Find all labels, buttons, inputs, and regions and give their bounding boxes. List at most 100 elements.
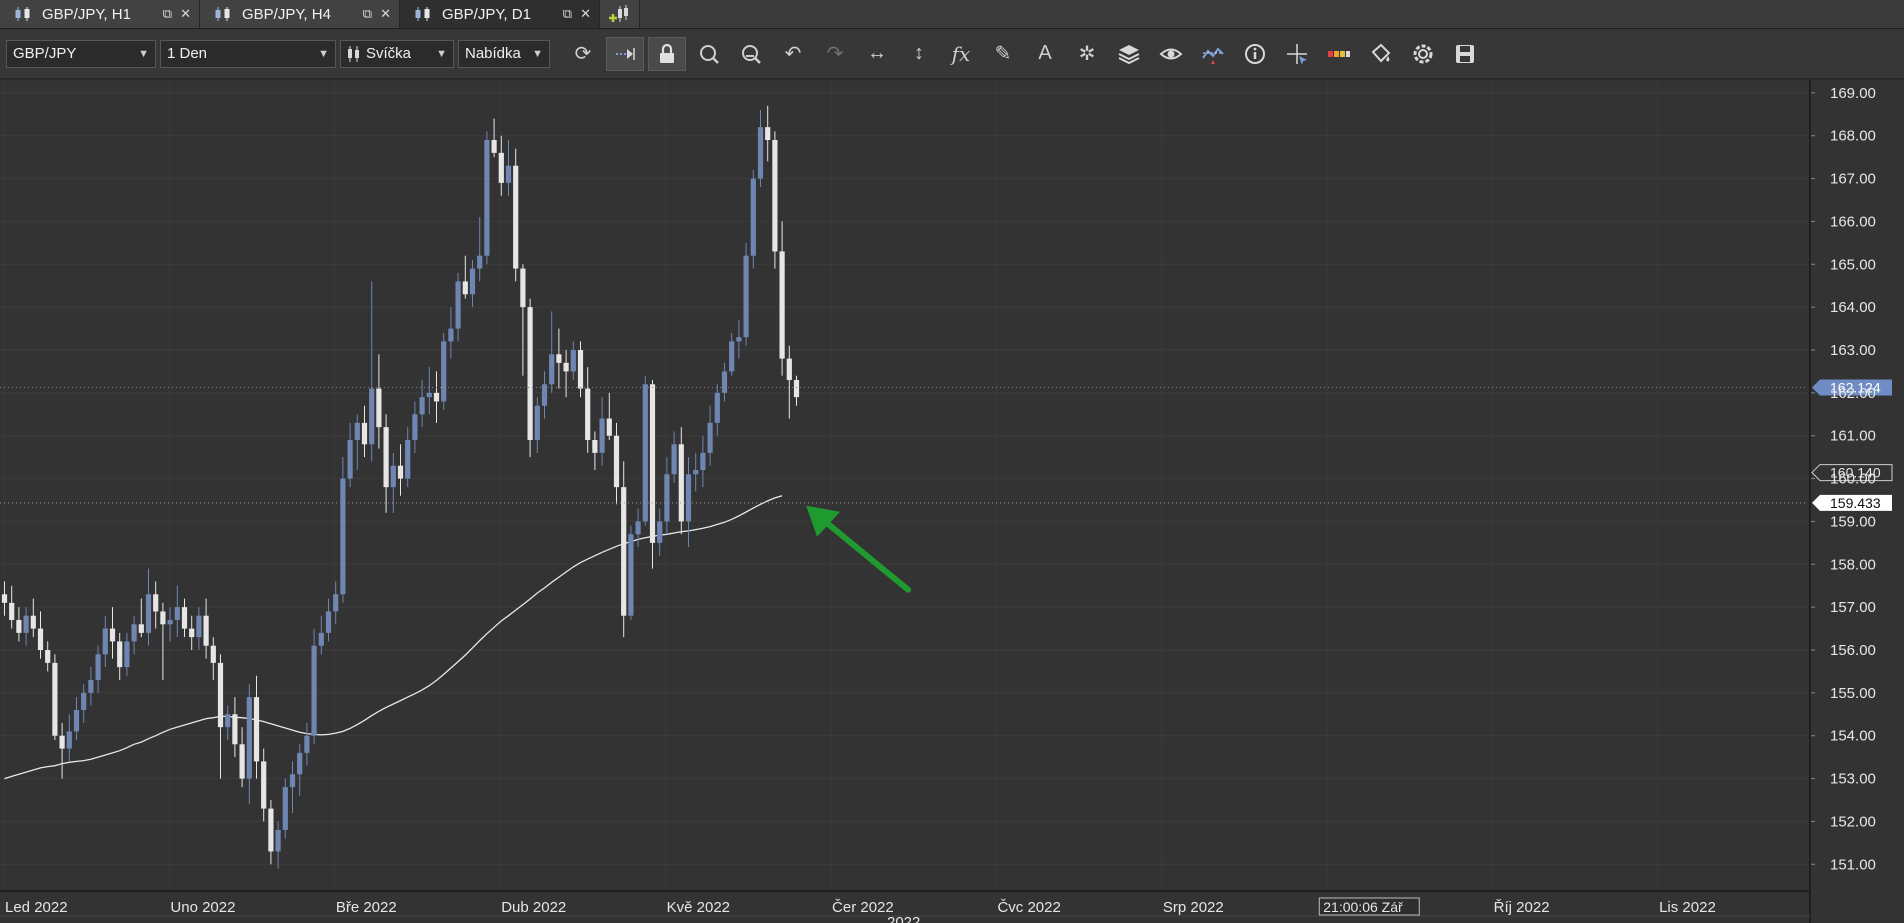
candle-body [736,337,742,342]
candle-body [325,611,332,633]
add-chart-button[interactable] [600,0,640,28]
candle-body [621,487,627,616]
y-tick-label: 164.00 [1830,299,1876,316]
refresh-icon[interactable]: ⟳ [564,37,602,71]
candlestick-icon [215,7,230,21]
candle-body [397,465,404,479]
y-tick-label: 158.00 [1830,556,1876,573]
candle-body [477,255,483,269]
paint-icon[interactable] [1362,37,1400,71]
candle-body [527,307,533,440]
undock-icon[interactable]: ⧉ [563,6,572,22]
candles-layer [1,105,800,869]
close-icon[interactable]: ✕ [580,6,591,22]
y-tick-label: 153.00 [1830,771,1876,788]
tab-gbpjpy-h4[interactable]: GBP/JPY, H4 ⧉ ✕ [200,0,400,28]
eye-icon[interactable] [1152,37,1190,71]
candle-body [657,521,663,543]
y-tick-label: 163.00 [1830,342,1876,359]
settings-icon[interactable] [1404,37,1442,71]
candle-body [109,628,116,642]
x-tick-label: Kvě 2022 [667,899,730,916]
text-icon[interactable]: A [1026,37,1064,71]
candle-body [102,628,108,655]
chart-type-value: Svíčka [347,45,411,63]
color-scale-icon[interactable] [1320,37,1358,71]
y-tick-label: 160.00 [1830,471,1876,488]
candle-body [455,281,461,329]
candle-body [585,388,591,440]
candle-body [433,392,440,402]
price-side-select[interactable]: Nabídka ▼ [458,39,550,68]
candlestick-chart[interactable]: 162.124160.140159.433 169.00 168.00 167.00… [0,80,1904,923]
lock-icon[interactable] [648,36,686,71]
cursor-time-label: 21:00:06 Zář [1323,899,1403,915]
tab-label: GBP/JPY, H4 [242,5,331,23]
signals-icon[interactable] [1194,37,1232,71]
vertical-scale-icon[interactable]: ↕ [900,37,938,71]
candle-body [23,615,29,633]
x-tick-label: Čvc 2022 [997,899,1060,916]
candle-body [297,752,303,775]
chart-area[interactable]: 162.124 160.140 159.433 169.00 168.00 167.00… [0,80,1904,923]
candle-body [793,380,800,398]
zoom-out-icon[interactable] [732,37,770,71]
period-value: 1 Den [167,45,208,62]
tab-gbpjpy-h1[interactable]: GBP/JPY, H1 ⧉ ✕ [0,0,200,28]
candle-body [577,350,584,389]
y-tick-label: 162.00 [1830,385,1876,402]
candle-body [189,628,195,638]
instrument-select[interactable]: GBP/JPY ▼ [6,39,156,68]
candle-body [181,607,188,629]
chart-type-label: Svíčka [366,45,412,62]
save-icon[interactable] [1446,37,1484,71]
candle-body [462,281,468,295]
candle-body [642,384,648,522]
candle-body [664,474,670,522]
candle-body [73,710,80,732]
candle-body [66,731,72,749]
undo-icon[interactable]: ↶ [774,37,812,71]
candle-body [347,440,353,479]
candle-body [786,358,792,380]
candle-body [649,384,656,543]
period-select[interactable]: 1 Den ▼ [160,39,336,68]
pattern-icon[interactable]: ✲ [1068,37,1106,71]
cursor-icon[interactable] [1278,37,1316,71]
candle-body [145,594,152,633]
tab-label: GBP/JPY, H1 [42,5,131,23]
candle-body [95,654,101,680]
candle-body [592,440,598,453]
candle-body [505,165,512,183]
candle-body [246,697,252,779]
close-icon[interactable]: ✕ [380,6,391,22]
candle-body [412,414,418,440]
horizontal-scale-icon[interactable]: ↔ [858,37,896,71]
candle-body [124,641,130,668]
candle-body [599,418,605,453]
candle-body [606,418,612,436]
undock-icon[interactable]: ⧉ [363,6,372,22]
candle-body [383,427,389,488]
instrument-value: GBP/JPY [13,45,77,62]
tab-gbpjpy-d1[interactable]: GBP/JPY, D1 ⧉ ✕ [400,0,600,28]
layers-icon[interactable] [1110,37,1148,71]
x-tick-label: Říj 2022 [1494,899,1550,916]
close-icon[interactable]: ✕ [180,6,191,22]
candle-body [138,624,144,633]
candle-body [261,761,267,809]
chart-type-select[interactable]: Svíčka ▼ [340,39,454,68]
redo-icon[interactable]: ↷ [816,37,854,71]
tab-label: GBP/JPY, D1 [442,5,531,23]
zoom-in-icon[interactable] [690,37,728,71]
x-year-label: 2022 [887,914,920,923]
candle-body [37,628,44,650]
shift-icon[interactable] [606,36,644,71]
candle-body [390,465,396,488]
pencil-icon[interactable]: ✎ [984,37,1022,71]
info-icon[interactable] [1236,37,1274,71]
undock-icon[interactable]: ⧉ [163,6,172,22]
candlestick-icon [348,45,359,62]
candle-body [628,534,634,616]
indicator-fx-icon[interactable]: fx [942,37,980,71]
